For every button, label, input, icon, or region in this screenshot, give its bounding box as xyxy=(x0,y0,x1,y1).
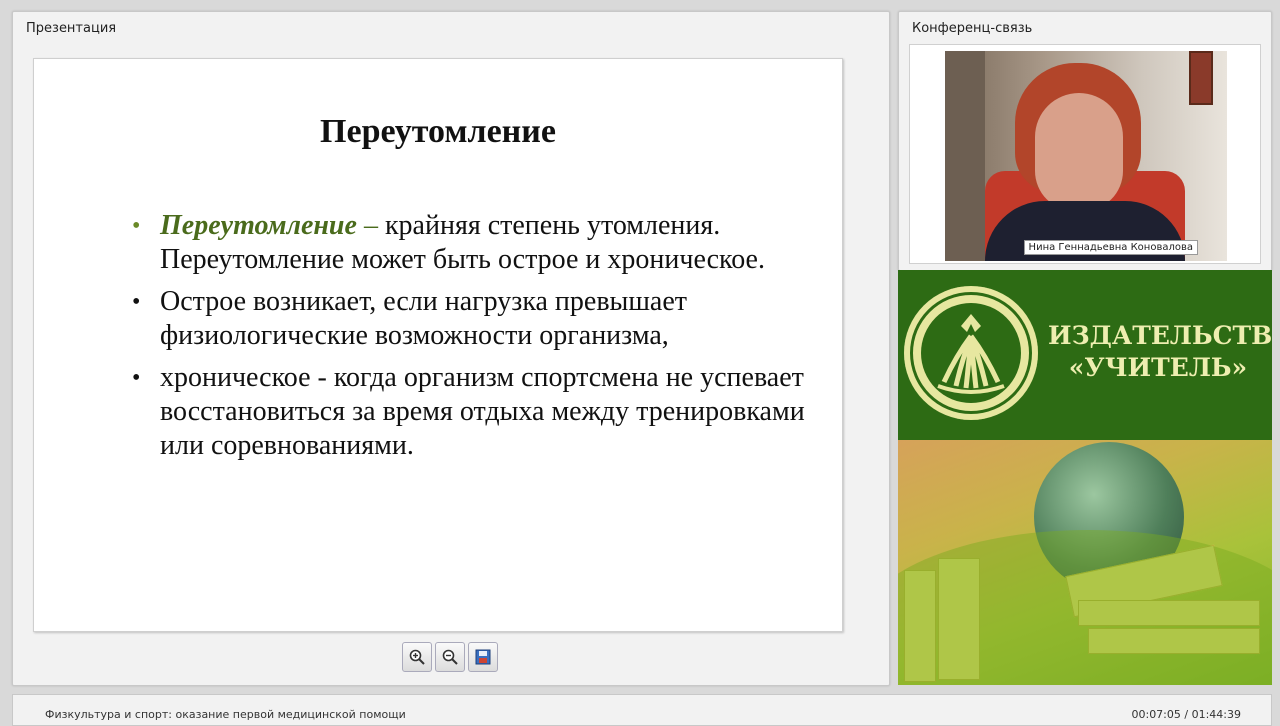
presentation-panel-title: Презентация xyxy=(26,21,117,36)
video-bg-shelf xyxy=(945,51,985,261)
conference-panel-title: Конференц-связь xyxy=(912,21,1033,36)
video-bg-picture xyxy=(1189,51,1213,105)
zoom-out-icon xyxy=(442,649,458,665)
publisher-banner-header: ИЗДАТЕЛЬСТВО «УЧИТЕЛЬ» xyxy=(898,270,1272,440)
publisher-banner[interactable]: ИЗДАТЕЛЬСТВО «УЧИТЕЛЬ» xyxy=(898,270,1272,685)
publisher-name-line1: ИЗДАТЕЛЬСТВО xyxy=(1048,321,1272,350)
video-container: Нина Геннадьевна Коновалова xyxy=(909,44,1261,264)
publisher-name-line2: «УЧИТЕЛЬ» xyxy=(1068,353,1248,382)
publisher-logo-icon xyxy=(904,286,1038,420)
presentation-panel: Презентация Переутомление Переутомление … xyxy=(12,11,890,686)
slide-toolbar xyxy=(402,642,498,672)
slide-bullet: Переутомление – крайняя степень утомлени… xyxy=(132,209,812,277)
zoom-out-button[interactable] xyxy=(435,642,465,672)
playback-time: 00:07:05 / 01:44:39 xyxy=(1131,708,1241,721)
zoom-in-button[interactable] xyxy=(402,642,432,672)
publisher-banner-image xyxy=(898,440,1272,685)
decorative-wave xyxy=(898,530,1272,685)
slide-dash: – xyxy=(356,210,385,241)
slide-bullet: хроническое - когда организм спортсмена … xyxy=(132,361,812,463)
slide-bullet-list: Переутомление – крайняя степень утомлени… xyxy=(132,209,812,471)
slide: Переутомление Переутомление – крайняя ст… xyxy=(33,58,843,632)
speaker-name-caption: Нина Геннадьевна Коновалова xyxy=(1023,240,1198,255)
publisher-name: ИЗДАТЕЛЬСТВО «УЧИТЕЛЬ» xyxy=(1048,320,1272,384)
slide-title: Переутомление xyxy=(320,113,556,150)
save-icon xyxy=(475,649,491,665)
conference-panel: Конференц-связь Нина Геннадьевна Коновал… xyxy=(898,11,1272,271)
slide-bullet: Острое возникает, если нагрузка превышае… xyxy=(132,285,812,353)
player-footer: Физкультура и спорт: оказание первой мед… xyxy=(12,694,1272,726)
course-title: Физкультура и спорт: оказание первой мед… xyxy=(45,708,406,721)
save-button[interactable] xyxy=(468,642,498,672)
slide-bullet-text: Острое возникает, если нагрузка превышае… xyxy=(160,286,688,351)
zoom-in-icon xyxy=(409,649,425,665)
speaker-video[interactable] xyxy=(945,51,1227,261)
speaker-face xyxy=(1035,93,1123,211)
slide-bullet-text: хроническое - когда организм спортсмена … xyxy=(160,362,805,461)
slide-term: Переутомление xyxy=(160,210,357,241)
